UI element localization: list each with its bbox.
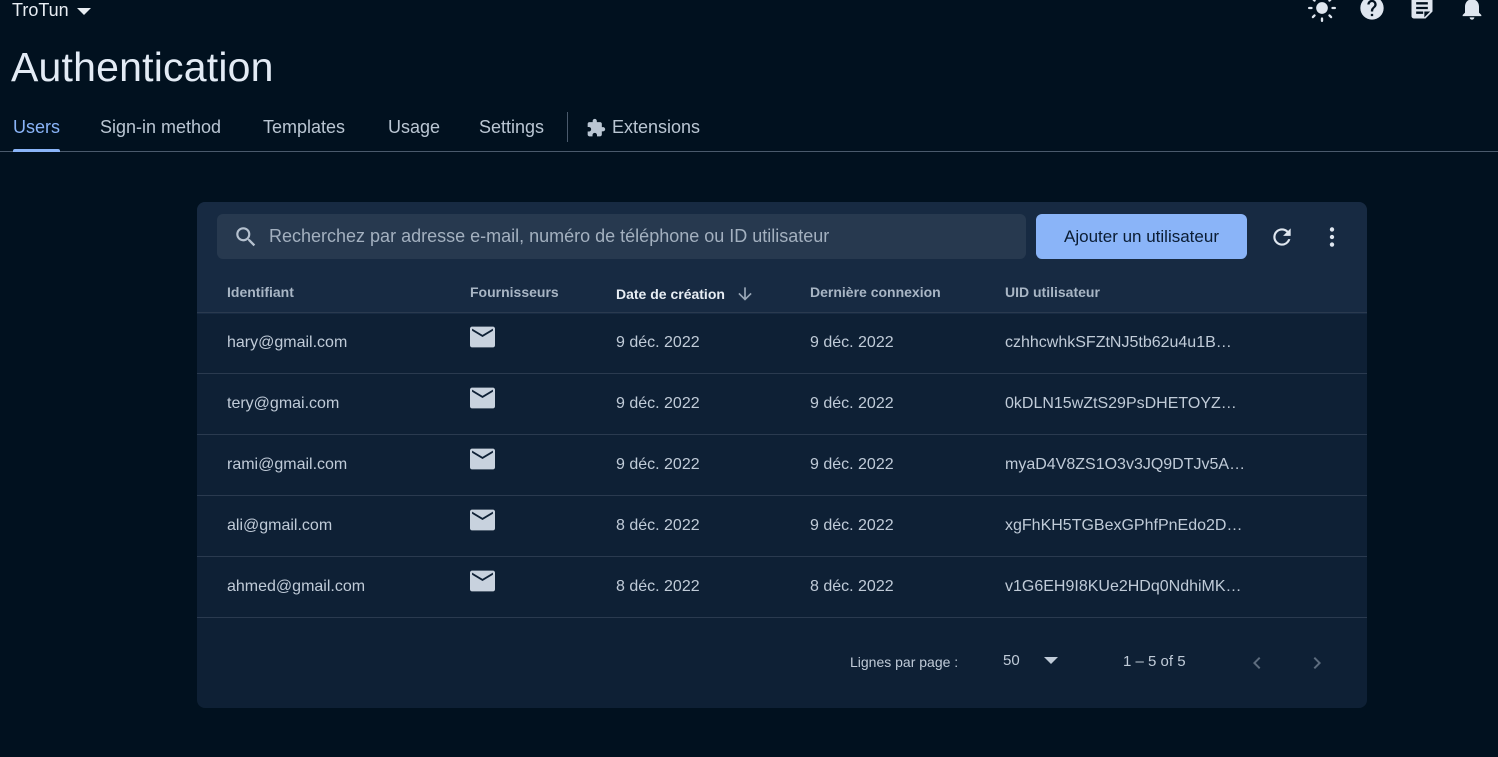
table-divider (197, 617, 1367, 618)
last-sign-in-date: 9 déc. 2022 (810, 517, 894, 534)
tab-bar: Users Sign-in method Templates Usage Set… (0, 104, 1498, 152)
tab-divider (567, 112, 568, 142)
add-user-button[interactable]: Ajouter un utilisateur (1036, 214, 1247, 259)
created-date: 9 déc. 2022 (616, 334, 700, 351)
created-date: 9 déc. 2022 (616, 456, 700, 473)
next-page-icon[interactable] (1304, 650, 1330, 676)
tab-label: Users (13, 117, 61, 137)
arrow-down-icon (738, 287, 752, 301)
chevron-down-icon (1043, 657, 1058, 664)
user-email: hary@gmail.com (227, 334, 348, 351)
search-input[interactable] (269, 226, 1026, 247)
mail-icon (470, 448, 495, 470)
tab-settings[interactable]: Settings (479, 104, 544, 151)
rows-per-page-select[interactable]: 50 (1003, 652, 1058, 669)
notifications-icon[interactable] (1458, 0, 1486, 22)
tab-label: Templates (263, 117, 346, 137)
user-email: ali@gmail.com (227, 517, 333, 534)
top-actions (1308, 0, 1486, 22)
user-uid: 0kDLN15wZtS29PsDHETOYZ… (1005, 395, 1237, 412)
column-header-uid[interactable]: UID utilisateur (1005, 284, 1100, 300)
mail-icon (470, 387, 495, 409)
user-uid: xgFhKH5TGBexGPhfPnEdo2D… (1005, 517, 1243, 534)
table-row[interactable]: tery@gmai.com 9 déc. 2022 9 déc. 2022 0k… (197, 373, 1367, 434)
table-row[interactable]: hary@gmail.com 9 déc. 2022 9 déc. 2022 c… (197, 312, 1367, 373)
column-header-label: Date de création (616, 286, 725, 302)
column-header-providers[interactable]: Fournisseurs (470, 284, 559, 300)
table-toolbar: Ajouter un utilisateur Identifiant Fourn… (197, 202, 1367, 314)
mail-icon (470, 509, 495, 531)
theme-toggle-icon[interactable] (1308, 0, 1336, 22)
project-selector[interactable]: TroTun (12, 0, 91, 20)
table-row[interactable]: ahmed@gmail.com 8 déc. 2022 8 déc. 2022 … (197, 556, 1367, 617)
search-icon (236, 226, 256, 246)
pagination-range: 1 – 5 of 5 (1123, 653, 1186, 670)
last-sign-in-date: 9 déc. 2022 (810, 334, 894, 351)
table-row[interactable]: ali@gmail.com 8 déc. 2022 9 déc. 2022 xg… (197, 495, 1367, 556)
tab-templates[interactable]: Templates (263, 104, 345, 151)
extension-icon (587, 118, 606, 136)
last-sign-in-date: 9 déc. 2022 (810, 395, 894, 412)
user-uid: myaD4V8ZS1O3v3JQ9DTJv5A… (1005, 456, 1246, 473)
refresh-icon[interactable] (1267, 222, 1297, 252)
table-row[interactable]: rami@gmail.com 9 déc. 2022 9 déc. 2022 m… (197, 434, 1367, 495)
help-icon[interactable] (1358, 0, 1386, 22)
tab-label: Settings (479, 117, 545, 137)
user-uid: czhhcwhkSFZtNJ5tb62u4u1B… (1005, 334, 1232, 351)
user-uid: v1G6EH9I8KUe2HDq0NdhiMK… (1005, 578, 1242, 595)
chevron-down-icon (76, 7, 91, 15)
user-email: rami@gmail.com (227, 456, 348, 473)
tab-label: Sign-in method (100, 117, 222, 137)
tab-label: Usage (388, 117, 441, 137)
column-header-identifier[interactable]: Identifiant (227, 284, 294, 300)
previous-page-icon[interactable] (1244, 650, 1270, 676)
tab-usage[interactable]: Usage (388, 104, 440, 151)
tab-label: Extensions (612, 117, 701, 137)
last-sign-in-date: 8 déc. 2022 (810, 578, 894, 595)
mail-icon (470, 570, 495, 592)
rows-per-page-value: 50 (1003, 652, 1020, 669)
more-vert-icon[interactable] (1317, 222, 1347, 252)
created-date: 9 déc. 2022 (616, 395, 700, 412)
user-email: ahmed@gmail.com (227, 578, 366, 595)
created-date: 8 déc. 2022 (616, 578, 700, 595)
mail-icon (470, 326, 495, 348)
tab-sign-in-method[interactable]: Sign-in method (100, 104, 221, 151)
column-header-last-sign-in[interactable]: Dernière connexion (810, 284, 941, 300)
page-title: Authentication (11, 44, 274, 90)
search-box (217, 214, 1026, 259)
project-name: TroTun (12, 0, 69, 20)
users-table-card: Ajouter un utilisateur Identifiant Fourn… (197, 202, 1367, 708)
tab-extensions[interactable]: Extensions (586, 104, 700, 151)
last-sign-in-date: 9 déc. 2022 (810, 456, 894, 473)
user-email: tery@gmai.com (227, 395, 340, 412)
created-date: 8 déc. 2022 (616, 517, 700, 534)
notes-icon[interactable] (1408, 0, 1436, 22)
rows-per-page-label: Lignes par page : (850, 654, 959, 670)
column-header-created[interactable]: Date de création (616, 284, 755, 304)
tab-users[interactable]: Users (13, 104, 61, 152)
